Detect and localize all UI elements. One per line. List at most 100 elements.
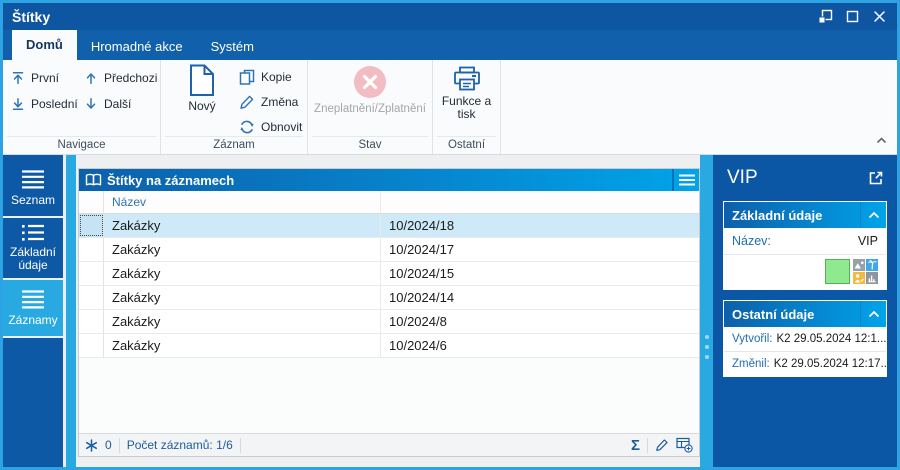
marked-records-icon <box>85 438 98 452</box>
row-selector[interactable] <box>79 262 104 285</box>
table-row[interactable]: Zakázky 10/2024/6 <box>79 334 699 358</box>
row-selector[interactable] <box>79 334 104 357</box>
sum-button[interactable]: Σ <box>631 438 640 453</box>
edit-button[interactable] <box>655 438 669 452</box>
chevron-up-icon <box>868 310 879 318</box>
cell-ref: 10/2024/15 <box>389 266 455 281</box>
last-button[interactable]: Poslední <box>7 91 82 116</box>
row-selector[interactable] <box>79 238 104 261</box>
cell-ref: 10/2024/14 <box>389 290 455 305</box>
next-button[interactable]: Další <box>80 91 135 116</box>
record-count-label: Počet záznamů: 1/6 <box>126 438 233 452</box>
splitter-grip <box>700 335 713 359</box>
collapse-ribbon-button[interactable] <box>876 131 887 149</box>
row-selector[interactable] <box>79 286 104 309</box>
sidebar-item-label: Záznamy <box>8 312 58 327</box>
copy-label: Kopie <box>261 69 292 84</box>
close-button[interactable] <box>866 3 893 30</box>
tab-hromadne-akce[interactable]: Hromadné akce <box>77 33 197 60</box>
changed-by-label: Změnil: <box>732 358 770 370</box>
titlebar: Štítky <box>3 3 897 30</box>
add-record-button[interactable] <box>676 437 693 453</box>
column-header-nazev[interactable]: Název <box>104 191 381 213</box>
left-splitter[interactable] <box>66 155 76 467</box>
person-icon[interactable] <box>853 272 865 284</box>
copy-button[interactable]: Kopie <box>235 64 296 89</box>
collapse-section-button[interactable] <box>860 202 886 228</box>
thumbnail-grid <box>853 259 878 284</box>
pencil-icon <box>240 95 254 109</box>
collapse-section-button[interactable] <box>860 301 886 327</box>
column-header-ref[interactable] <box>381 191 699 213</box>
group-label-navigace: Navigace <box>7 136 156 153</box>
table-row[interactable]: Zakázky 10/2024/8 <box>79 310 699 334</box>
detail-title: VIP <box>727 167 758 188</box>
new-document-icon <box>190 64 214 96</box>
row-selector[interactable] <box>79 214 104 237</box>
maximize-icon <box>846 10 859 23</box>
invalidate-button[interactable]: Zneplatnění/Zplatnění <box>308 64 432 116</box>
ribbon-group-zaznam: Nový Kopie Změna Obnovit Záznam <box>161 60 308 154</box>
group-label-ostatni: Ostatní <box>437 136 496 153</box>
book-icon <box>85 173 102 187</box>
panel-menu-button[interactable] <box>672 169 699 191</box>
records-list-icon <box>22 289 44 308</box>
table-row[interactable]: Zakázky 10/2024/17 <box>79 238 699 262</box>
functions-print-button[interactable]: Funkce a tisk <box>433 66 500 121</box>
table-row[interactable]: Zakázky 10/2024/14 <box>79 286 699 310</box>
color-swatch-green[interactable] <box>825 259 850 284</box>
table-row[interactable]: Zakázky 10/2024/15 <box>79 262 699 286</box>
refresh-label: Obnovit <box>261 119 303 134</box>
right-splitter[interactable] <box>700 155 713 467</box>
chevron-up-icon <box>868 211 879 219</box>
row-selector[interactable] <box>79 310 104 333</box>
field-label-nazev: Název: <box>732 234 771 248</box>
cell-name: Zakázky <box>104 286 381 309</box>
functions-print-label: Funkce a tisk <box>441 94 492 121</box>
cell-ref: 10/2024/18 <box>389 218 455 233</box>
invalidate-label: Zneplatnění/Zplatnění <box>314 103 426 115</box>
change-label: Změna <box>261 94 299 109</box>
section-header[interactable]: Základní údaje <box>724 202 886 228</box>
section-ostatni-udaje: Ostatní údaje Vytvořil: K2 29.05.2024 12… <box>723 300 887 377</box>
table-status-bar: 0 Počet záznamů: 1/6 Σ <box>79 433 699 456</box>
change-button[interactable]: Změna <box>235 89 302 114</box>
first-button[interactable]: První <box>7 65 63 90</box>
sidebar-item-zakladni-udaje[interactable]: Základní údaje <box>3 218 63 280</box>
table-empty-area <box>79 358 699 433</box>
tab-system[interactable]: Systém <box>197 33 268 60</box>
ribbon-group-stav: Zneplatnění/Zplatnění Stav <box>308 60 433 154</box>
chart-icon[interactable] <box>866 272 878 284</box>
row-selector-column-header[interactable] <box>79 191 104 213</box>
ribbon-tabbar: Domů Hromadné akce Systém <box>3 30 897 60</box>
detail-panel: VIP Základní údaje Název: VIP Ostatní úd… <box>713 155 897 467</box>
first-label: První <box>31 70 60 85</box>
previous-icon <box>86 72 96 84</box>
sidebar-item-seznam[interactable]: Seznam <box>3 160 63 218</box>
next-icon <box>86 97 96 109</box>
refresh-icon <box>240 120 254 133</box>
dock-window-button[interactable] <box>812 3 839 30</box>
external-link-icon <box>869 171 883 185</box>
group-label-stav: Stav <box>312 136 428 153</box>
sidebar-item-label: Seznam <box>10 192 56 207</box>
cell-ref: 10/2024/8 <box>389 314 447 329</box>
view-sidebar: Seznam Základní údaje Záznamy <box>3 155 63 467</box>
new-button[interactable]: Nový <box>173 64 231 113</box>
section-header[interactable]: Ostatní údaje <box>724 301 886 327</box>
sidebar-item-zaznamy[interactable]: Záznamy <box>3 280 63 338</box>
next-label: Další <box>104 96 132 111</box>
palm-icon[interactable] <box>866 259 878 271</box>
open-in-window-button[interactable] <box>867 169 885 187</box>
copy-icon <box>239 69 255 85</box>
app-window: Štítky Domů Hromadné akce Systém První P… <box>0 0 900 470</box>
previous-button[interactable]: Předchozi <box>80 65 161 90</box>
tab-domu[interactable]: Domů <box>12 30 77 60</box>
table-row[interactable]: Zakázky 10/2024/18 <box>79 214 699 238</box>
invalidate-icon <box>354 66 386 98</box>
cell-name: Zakázky <box>104 310 381 333</box>
maximize-button[interactable] <box>839 3 866 30</box>
cell-name: Zakázky <box>104 214 381 237</box>
ribbon-group-ostatni: Funkce a tisk Ostatní <box>433 60 501 154</box>
mountain-icon[interactable] <box>853 259 865 271</box>
